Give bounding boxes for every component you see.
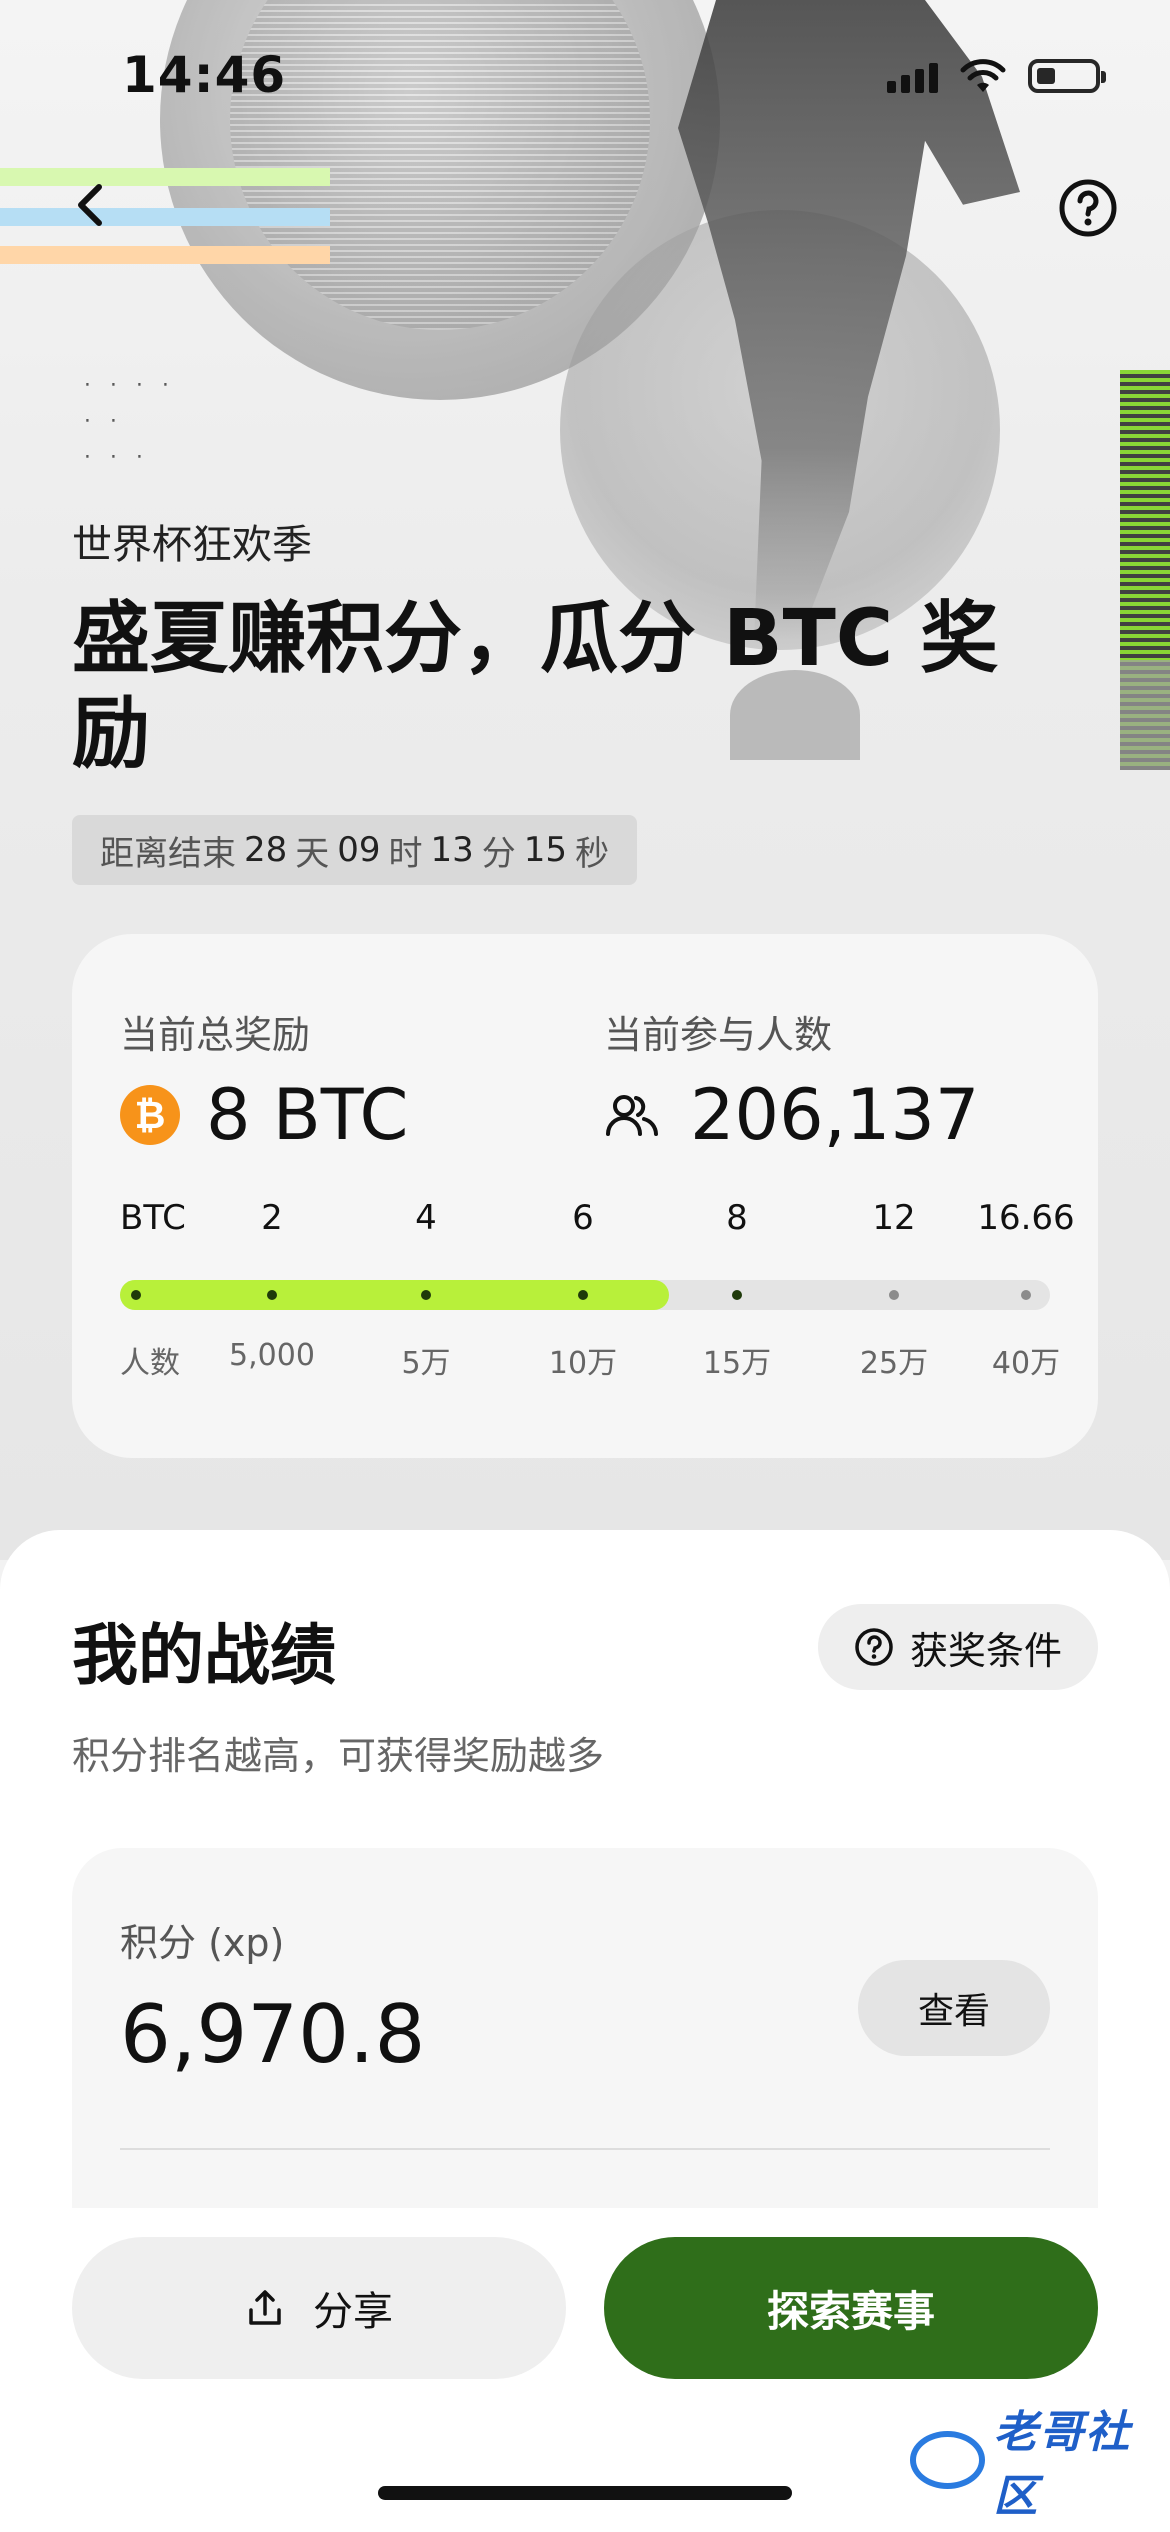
bitcoin-icon: ₿	[120, 1085, 180, 1145]
people-scale-label: 人数	[120, 1346, 180, 1381]
xp-label: 积分 (xp)	[120, 1921, 285, 1965]
xp-value: 6,970.8	[120, 1988, 426, 2081]
watermark: 老哥社区	[910, 2407, 1170, 2522]
back-button[interactable]	[60, 175, 120, 235]
section-subtitle: 积分排名越高，可获得奖励越多	[72, 1734, 605, 1778]
people-tier-value: 10万	[548, 1346, 618, 1381]
btc-tier-value: 6	[572, 1198, 594, 1238]
participants-label: 当前参与人数	[604, 1013, 833, 1057]
countdown-days: 28	[244, 830, 288, 870]
tier-marker	[889, 1290, 899, 1300]
tier-marker	[267, 1290, 277, 1300]
countdown-seconds-unit: 秒	[575, 833, 610, 874]
help-icon[interactable]	[1058, 178, 1118, 238]
wifi-icon	[960, 59, 1006, 92]
status-icons	[887, 58, 1106, 94]
countdown-prefix: 距离结束	[100, 833, 236, 874]
btc-tier-value: 12	[872, 1198, 916, 1238]
reward-stats-card: 当前总奖励 ₿ 8 BTC 当前参与人数 206,137 BTC 2 4 6 8 12 1…	[72, 934, 1098, 1458]
countdown-minutes: 13	[430, 830, 474, 870]
participants-value: 206,137	[690, 1074, 980, 1156]
people-tier-value: 5万	[401, 1346, 451, 1381]
tier-marker	[578, 1290, 588, 1300]
decorative-color-bars	[0, 160, 330, 270]
countdown-minutes-unit: 分	[481, 833, 516, 874]
people-tier-scale: 人数 5,000 5万 10万 15万 25万 40万	[120, 1338, 1060, 1381]
people-tier-value: 15万	[702, 1346, 772, 1381]
page-title: 盛夏赚积分，瓜分 BTC 奖励	[72, 594, 999, 779]
countdown-hours-unit: 时	[388, 833, 423, 874]
tier-marker	[732, 1290, 742, 1300]
award-conditions-label: 获奖条件	[909, 1628, 1062, 1673]
status-time: 14:46	[122, 46, 287, 104]
explore-events-button[interactable]: 探索赛事	[604, 2237, 1098, 2379]
xp-card: 积分 (xp) 6,970.8 查看	[72, 1848, 1098, 2208]
tier-marker-start	[131, 1290, 141, 1300]
my-record-sheet: 我的战绩 获奖条件 积分排名越高，可获得奖励越多 积分 (xp) 6,970.8…	[0, 1530, 1170, 2532]
section-title: 我的战绩	[72, 1617, 336, 1694]
tier-marker	[1021, 1290, 1031, 1300]
share-label: 分享	[313, 2289, 393, 2335]
help-icon	[855, 1628, 893, 1666]
btc-scale-label: BTC	[120, 1198, 186, 1238]
people-icon	[606, 1095, 658, 1136]
award-conditions-button[interactable]: 获奖条件	[817, 1604, 1098, 1690]
chevron-left-icon	[78, 184, 102, 226]
watermark-text: 老哥社区	[993, 2407, 1132, 2522]
divider	[120, 2148, 1050, 2150]
cellular-signal-icon	[887, 59, 938, 93]
countdown-days-unit: 天	[295, 833, 330, 874]
decorative-dots: ⋅ ⋅ ⋅ ⋅ ⋅ ⋅ ⋅ ⋅ ⋅	[84, 373, 175, 470]
home-indicator	[378, 2486, 792, 2500]
btc-tier-value: 8	[726, 1198, 748, 1238]
campaign-eyebrow: 世界杯狂欢季	[72, 522, 312, 568]
btc-tier-value: 16.66	[977, 1198, 1075, 1238]
btc-tier-scale: BTC 2 4 6 8 12 16.66	[120, 1198, 1075, 1238]
view-xp-button[interactable]: 查看	[858, 1960, 1050, 2056]
battery-icon	[1028, 59, 1106, 93]
btc-tier-value: 4	[415, 1198, 437, 1238]
people-tier-value: 25万	[859, 1346, 929, 1381]
reward-progress-bar	[120, 1280, 1050, 1310]
countdown-timer: 距离结束 28 天 09 时 13 分 15 秒	[72, 815, 638, 885]
countdown-seconds: 15	[523, 830, 568, 870]
countdown-hours: 09	[337, 830, 381, 870]
people-tier-value: 40万	[991, 1346, 1061, 1381]
total-reward-value: 8 BTC	[206, 1074, 409, 1156]
share-icon	[249, 2290, 281, 2325]
total-reward-label: 当前总奖励	[120, 1013, 311, 1057]
participants: 206,137	[604, 1074, 979, 1156]
total-reward: ₿ 8 BTC	[120, 1074, 408, 1156]
watermark-logo-icon	[910, 2431, 986, 2489]
share-button[interactable]: 分享	[72, 2237, 566, 2379]
people-tier-value: 5,000	[229, 1338, 315, 1373]
decorative-stripes	[1120, 370, 1170, 770]
tier-marker	[421, 1290, 431, 1300]
btc-tier-value: 2	[261, 1198, 283, 1238]
